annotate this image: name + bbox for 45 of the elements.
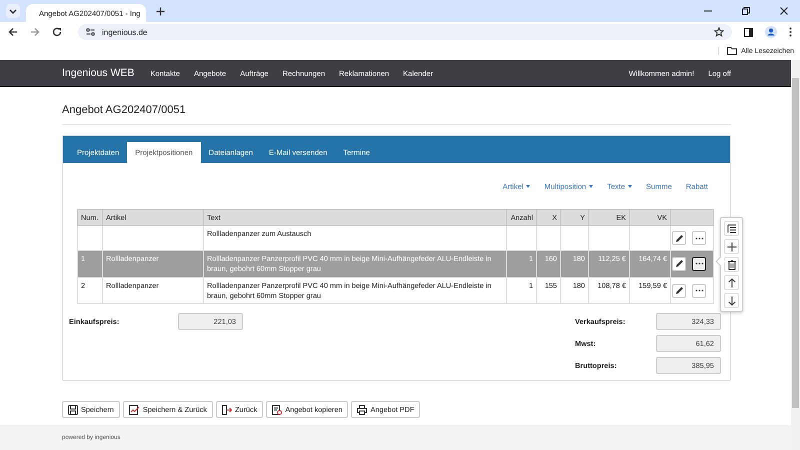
trash-icon [728, 260, 736, 270]
move-down-button[interactable] [724, 293, 739, 308]
pencil-icon [674, 286, 684, 296]
move-up-button[interactable] [724, 275, 739, 290]
tab-list-button[interactable] [6, 4, 20, 18]
list-icon [726, 224, 736, 233]
delete-button[interactable] [724, 257, 739, 272]
document-icon [272, 404, 282, 414]
reload-icon[interactable] [52, 27, 62, 37]
caret-icon [589, 184, 594, 188]
edit-button[interactable] [672, 231, 686, 245]
page-title: Angebot AG202407/0051 [62, 104, 187, 116]
edit-button[interactable] [672, 256, 686, 271]
ellipsis-icon [694, 262, 704, 266]
caret-icon [526, 184, 530, 188]
back-arrow-icon[interactable] [8, 27, 18, 37]
chart-icon [128, 404, 140, 414]
new-tab-icon[interactable] [156, 6, 165, 16]
arrow-down-icon [728, 296, 736, 306]
exit-icon [222, 404, 232, 414]
close-icon[interactable] [780, 7, 788, 15]
star-icon[interactable] [714, 27, 724, 37]
caret-icon [628, 184, 632, 188]
ellipsis-icon [694, 236, 704, 240]
forward-arrow-icon[interactable] [30, 27, 40, 37]
restore-icon[interactable] [742, 7, 750, 15]
pencil-icon [674, 259, 684, 268]
pencil-icon [674, 234, 684, 242]
folder-icon [727, 47, 738, 55]
popover-pointer [716, 256, 726, 266]
add-button[interactable] [724, 239, 739, 254]
menu-icon[interactable] [789, 27, 792, 37]
profile-icon[interactable] [765, 26, 777, 38]
printer-icon [357, 404, 368, 414]
scrollbar[interactable] [791, 60, 800, 450]
more-button[interactable] [692, 256, 706, 271]
address-bar[interactable]: ingenious.de [78, 24, 732, 40]
ellipsis-icon [694, 289, 704, 292]
edit-button[interactable] [672, 284, 686, 298]
arrow-up-icon [728, 278, 736, 288]
site-info-icon[interactable] [86, 28, 95, 36]
plus-icon [726, 242, 736, 252]
list-button[interactable] [724, 221, 739, 236]
brand-link[interactable]: Ingenious WEB [62, 67, 134, 79]
side-panel-icon[interactable] [744, 28, 753, 36]
